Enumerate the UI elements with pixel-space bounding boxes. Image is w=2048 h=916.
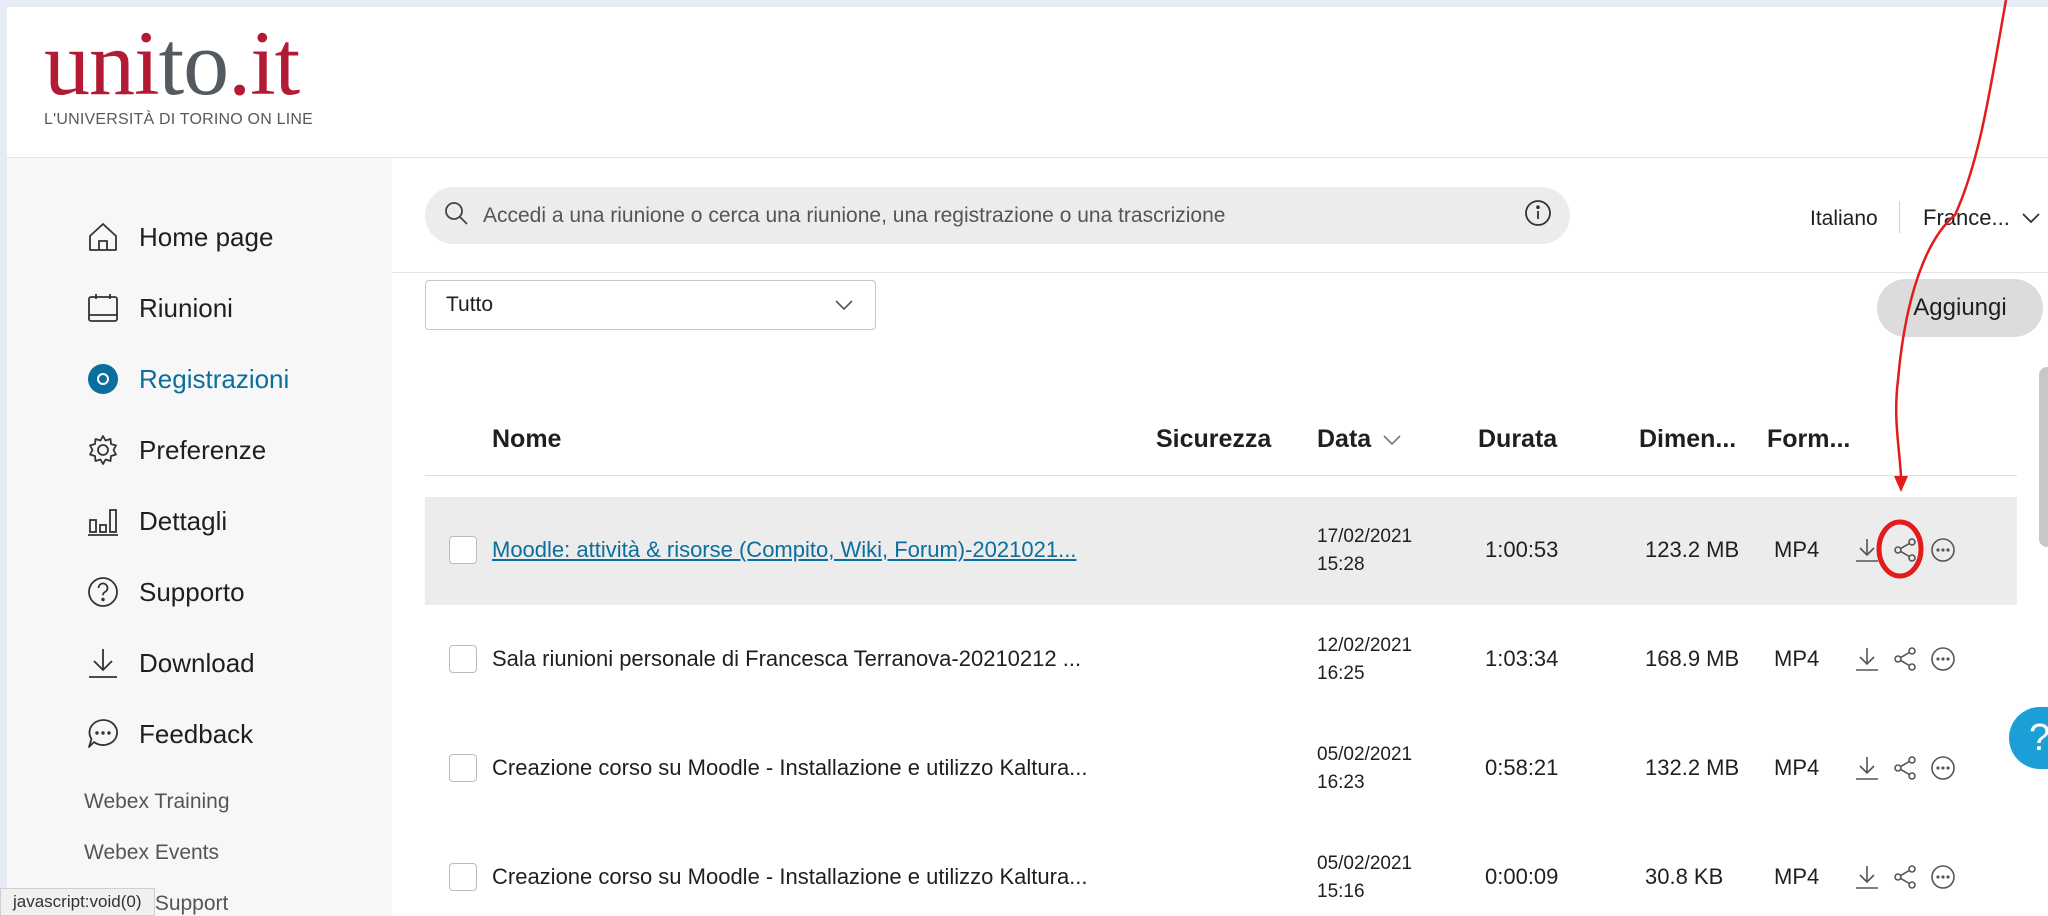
chevron-down-icon xyxy=(2022,213,2040,224)
column-header-duration[interactable]: Durata xyxy=(1478,425,1557,454)
sidebar-item-dettagli[interactable]: Dettagli xyxy=(85,501,227,541)
sidebar-item-registrazioni[interactable]: Registrazioni xyxy=(85,359,289,399)
download-icon[interactable] xyxy=(1852,753,1882,783)
row-actions xyxy=(1852,753,1966,783)
sidebar-item-label: Download xyxy=(139,647,255,678)
recording-duration: 1:00:53 xyxy=(1485,537,1559,562)
sidebar-item-label: Supporto xyxy=(139,576,245,607)
row-checkbox[interactable] xyxy=(449,536,477,564)
bar-chart-icon xyxy=(85,503,121,539)
recording-name-link[interactable]: Creazione corso su Moodle - Installazion… xyxy=(492,864,1088,890)
recording-duration: 0:58:21 xyxy=(1485,755,1559,780)
recording-format: MP4 xyxy=(1774,755,1820,780)
recording-name-link[interactable]: Sala riunioni personale di Francesca Ter… xyxy=(492,646,1081,672)
more-options-icon[interactable] xyxy=(1928,644,1958,674)
user-menu[interactable]: France... xyxy=(1923,205,2042,231)
recording-size: 30.8 KB xyxy=(1645,864,1724,889)
recording-date: 05/02/2021 16:23 xyxy=(1317,744,1413,793)
webex-events-link[interactable]: Webex Events xyxy=(84,841,219,865)
table-row[interactable]: Moodle: attività & risorse (Compito, Wik… xyxy=(425,497,2017,605)
add-button[interactable]: Aggiungi xyxy=(1877,279,2043,337)
table-row[interactable]: Creazione corso su Moodle - Installazion… xyxy=(425,824,2017,916)
logo-wordmark: unito.it xyxy=(44,12,300,114)
recordings-filter-select[interactable]: Tutto xyxy=(425,280,876,330)
share-icon[interactable] xyxy=(1890,644,1920,674)
sort-chevron-icon xyxy=(1383,434,1401,445)
sidebar-item-riunioni[interactable]: Riunioni xyxy=(85,288,233,328)
recording-format: MP4 xyxy=(1774,864,1820,889)
webex-training-link[interactable]: Webex Training xyxy=(84,790,230,814)
topbar-divider xyxy=(392,272,2048,273)
sidebar-item-home[interactable]: Home page xyxy=(85,217,273,257)
recording-size: 123.2 MB xyxy=(1645,537,1740,562)
download-icon[interactable] xyxy=(1852,644,1882,674)
user-name: France... xyxy=(1923,205,2010,230)
sidebar-item-download[interactable]: Download xyxy=(85,643,255,683)
home-icon xyxy=(85,219,121,255)
scrollbar[interactable] xyxy=(2039,367,2048,547)
filter-value: Tutto xyxy=(446,293,494,316)
help-icon xyxy=(85,574,121,610)
more-options-icon[interactable] xyxy=(1928,753,1958,783)
search-bar[interactable]: Accedi a una riunione o cerca una riunio… xyxy=(425,187,1570,244)
search-icon xyxy=(443,200,469,231)
logo-subtitle: L'UNIVERSITÀ DI TORINO ON LINE xyxy=(44,111,313,128)
row-actions xyxy=(1852,862,1966,892)
topbar-separator xyxy=(1899,201,1900,233)
recording-date: 05/02/2021 15:16 xyxy=(1317,853,1413,902)
sidebar-item-supporto[interactable]: Supporto xyxy=(85,572,245,612)
webex-page: unito.it L'UNIVERSITÀ DI TORINO ON LINE … xyxy=(7,7,2048,916)
more-options-icon[interactable] xyxy=(1928,535,1958,565)
download-icon xyxy=(85,645,121,681)
recording-icon xyxy=(85,361,121,397)
row-checkbox[interactable] xyxy=(449,645,477,673)
row-actions xyxy=(1852,535,1966,565)
share-icon[interactable] xyxy=(1890,535,1920,565)
recording-duration: 1:03:34 xyxy=(1485,646,1559,671)
sidebar-item-label: Registrazioni xyxy=(139,363,290,394)
sidebar-item-label: Home page xyxy=(139,221,274,252)
status-bar-url: javascript:void(0) xyxy=(0,888,155,916)
table-header: Nome Sicurezza Data Durata Dimen... Form… xyxy=(7,425,2048,465)
search-input[interactable]: Accedi a una riunione o cerca una riunio… xyxy=(483,204,1524,228)
column-header-name[interactable]: Nome xyxy=(492,425,561,454)
column-header-date[interactable]: Data xyxy=(1317,425,1403,454)
column-header-security[interactable]: Sicurezza xyxy=(1156,425,1271,454)
table-row[interactable]: Creazione corso su Moodle - Installazion… xyxy=(425,715,2017,823)
unito-logo[interactable]: unito.it L'UNIVERSITÀ DI TORINO ON LINE xyxy=(44,17,313,129)
download-icon[interactable] xyxy=(1852,862,1882,892)
recording-format: MP4 xyxy=(1774,537,1820,562)
recording-name-link[interactable]: Moodle: attività & risorse (Compito, Wik… xyxy=(492,537,1076,563)
column-header-date-label: Data xyxy=(1317,425,1372,453)
chevron-down-icon xyxy=(835,300,853,311)
sidebar-item-feedback[interactable]: Feedback xyxy=(85,714,253,754)
share-icon[interactable] xyxy=(1890,862,1920,892)
sidebar-item-label: Dettagli xyxy=(139,505,228,536)
chat-bubble-icon xyxy=(85,716,121,752)
recording-format: MP4 xyxy=(1774,646,1820,671)
recording-size: 132.2 MB xyxy=(1645,755,1740,780)
share-icon[interactable] xyxy=(1890,753,1920,783)
info-icon[interactable] xyxy=(1524,199,1552,232)
download-icon[interactable] xyxy=(1852,535,1882,565)
table-header-divider xyxy=(425,475,2017,476)
more-options-icon[interactable] xyxy=(1928,862,1958,892)
row-checkbox[interactable] xyxy=(449,863,477,891)
sidebar-item-label: Feedback xyxy=(139,718,254,749)
recording-date: 17/02/2021 15:28 xyxy=(1317,526,1413,575)
recording-duration: 0:00:09 xyxy=(1485,864,1559,889)
column-header-format[interactable]: Form... xyxy=(1767,425,1850,454)
recording-size: 168.9 MB xyxy=(1645,646,1740,671)
row-checkbox[interactable] xyxy=(449,754,477,782)
sidebar: Home page Riunioni Registrazioni Prefere… xyxy=(7,158,392,916)
column-header-size[interactable]: Dimen... xyxy=(1639,425,1736,454)
row-actions xyxy=(1852,644,1966,674)
recording-name-link[interactable]: Creazione corso su Moodle - Installazion… xyxy=(492,755,1088,781)
recording-date: 12/02/2021 16:25 xyxy=(1317,635,1413,684)
table-row[interactable]: Sala riunioni personale di Francesca Ter… xyxy=(425,606,2017,714)
sidebar-item-label: Riunioni xyxy=(139,292,233,323)
language-selector[interactable]: Italiano xyxy=(1810,207,1878,231)
calendar-icon xyxy=(85,290,121,326)
